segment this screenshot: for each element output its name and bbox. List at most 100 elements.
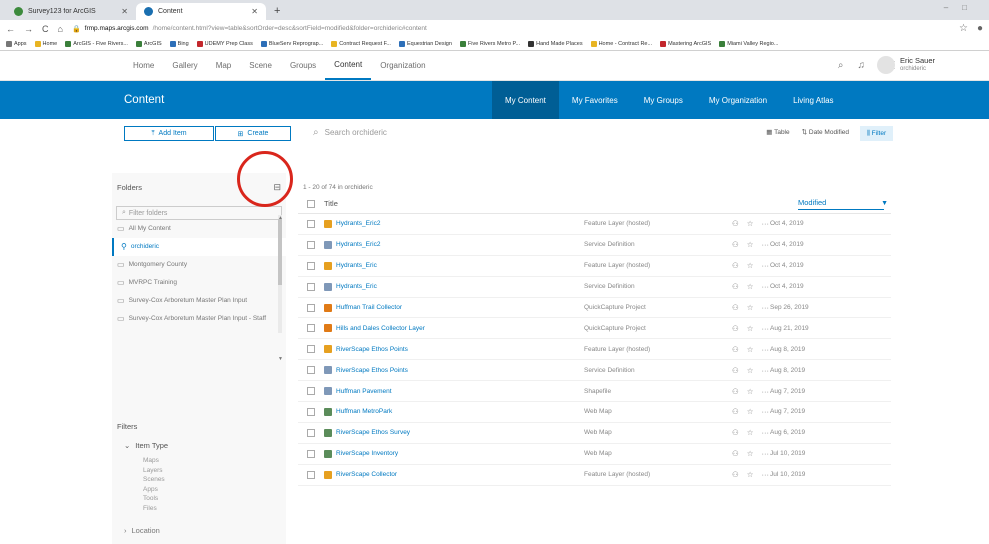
bookmark-item[interactable]: UDEMY Prep Class [196,40,253,47]
nav-link-scene[interactable]: Scene [240,51,281,80]
more-options-icon[interactable]: ··· [761,240,769,249]
browser-tab-content[interactable]: Content ✕ [136,3,266,20]
filter-toggle-button[interactable]: ⫼ Filter [860,126,893,141]
item-type-option[interactable]: Files [143,504,286,514]
row-checkbox[interactable] [307,345,315,354]
favorite-star-icon[interactable]: ☆ [747,324,754,333]
more-options-icon[interactable]: ··· [761,387,769,396]
bookmark-item[interactable]: Hand Made Places [528,40,583,47]
tab-my-groups[interactable]: My Groups [631,81,696,119]
favorite-star-icon[interactable]: ☆ [747,303,754,312]
item-title-link[interactable]: Hydrants_Eric [336,262,377,269]
favorite-star-icon[interactable]: ☆ [747,407,754,416]
sharing-icon[interactable]: ⚇ [732,303,739,312]
sharing-icon[interactable]: ⚇ [732,240,739,249]
sort-desc-icon[interactable]: ▼ [881,200,888,207]
tab-my-favorites[interactable]: My Favorites [559,81,631,119]
item-title-link[interactable]: Huffman Trail Collector [336,304,402,311]
favorite-star-icon[interactable]: ☆ [747,387,754,396]
close-tab-icon[interactable]: ✕ [121,7,128,16]
tab-my-content[interactable]: My Content [492,81,559,119]
row-checkbox[interactable] [307,219,315,228]
column-modified[interactable]: Modified [798,198,884,210]
more-options-icon[interactable]: ··· [761,282,769,291]
bookmark-item[interactable]: Home [34,40,57,47]
folder-item[interactable]: ▭ MVRPC Training [112,274,286,292]
home-icon[interactable]: ⌂ [58,24,63,34]
folder-item[interactable]: ▭ All My Content [112,220,286,238]
window-controls[interactable]: –□ [944,3,981,12]
folder-scrollbar-thumb[interactable] [278,219,282,285]
item-title-link[interactable]: Huffman MetroPark [336,408,392,415]
sharing-icon[interactable]: ⚇ [732,345,739,354]
item-type-option[interactable]: Layers [143,466,286,476]
row-checkbox[interactable] [307,303,315,312]
search-icon[interactable]: ⌕ [838,60,844,71]
item-title-link[interactable]: RiverScape Ethos Survey [336,429,410,436]
select-all-checkbox[interactable] [307,199,315,208]
item-title-link[interactable]: RiverScape Ethos Points [336,346,408,353]
bookmark-star-icon[interactable]: ☆ [959,23,968,34]
item-title-link[interactable]: Huffman Pavement [336,388,392,395]
notifications-bell-icon[interactable]: ♫ [858,60,866,71]
search-input[interactable] [324,128,625,137]
forward-icon[interactable]: → [24,24,33,34]
nav-link-groups[interactable]: Groups [281,51,325,80]
row-checkbox[interactable] [307,470,315,479]
favorite-star-icon[interactable]: ☆ [747,240,754,249]
row-checkbox[interactable] [307,261,315,270]
item-title-link[interactable]: RiverScape Collector [336,471,397,478]
bookmark-item[interactable]: BlueServ Reprograp... [260,40,323,47]
reload-icon[interactable]: C [42,24,49,34]
location-filter[interactable]: › Location [112,513,286,535]
favorite-star-icon[interactable]: ☆ [747,449,754,458]
more-options-icon[interactable]: ··· [761,303,769,312]
favorite-star-icon[interactable]: ☆ [747,428,754,437]
more-options-icon[interactable]: ··· [761,449,769,458]
item-title-link[interactable]: Hydrants_Eric2 [336,241,380,248]
bookmark-item[interactable]: Five Rivers Metro P... [459,40,520,47]
item-title-link[interactable]: Hills and Dales Collector Layer [336,325,425,332]
sharing-icon[interactable]: ⚇ [732,324,739,333]
more-options-icon[interactable]: ··· [761,219,769,228]
back-icon[interactable]: ← [6,24,15,34]
folder-item[interactable]: ▭ Montgomery County [112,256,286,274]
item-title-link[interactable]: RiverScape Ethos Points [336,367,408,374]
close-tab-icon[interactable]: ✕ [251,7,258,16]
table-view-toggle[interactable]: ▦ Table [766,128,789,136]
sharing-icon[interactable]: ⚇ [732,407,739,416]
more-options-icon[interactable]: ··· [761,366,769,375]
tab-my-organization[interactable]: My Organization [696,81,780,119]
filter-folders-input[interactable]: ⌕ Filter folders [116,206,282,220]
nav-link-organization[interactable]: Organization [371,51,434,80]
row-checkbox[interactable] [307,387,315,396]
more-options-icon[interactable]: ··· [761,324,769,333]
item-title-link[interactable]: RiverScape Inventory [336,450,398,457]
sharing-icon[interactable]: ⚇ [732,366,739,375]
sharing-icon[interactable]: ⚇ [732,261,739,270]
folder-item[interactable]: ▭ Survey-Cox Arboretum Master Plan Input … [112,310,286,328]
new-tab-icon[interactable]: + [266,5,288,20]
favorite-star-icon[interactable]: ☆ [747,345,754,354]
favorite-star-icon[interactable]: ☆ [747,366,754,375]
sharing-icon[interactable]: ⚇ [732,449,739,458]
bookmark-item[interactable]: Apps [6,40,27,47]
more-options-icon[interactable]: ··· [761,261,769,270]
scroll-down-icon[interactable]: ▼ [278,356,283,362]
item-type-option[interactable]: Apps [143,485,286,495]
nav-link-content[interactable]: Content [325,51,372,80]
column-title[interactable]: Title [324,199,338,208]
bookmark-item[interactable]: ArcGIS [135,40,162,47]
item-type-option[interactable]: Scenes [143,475,286,485]
sharing-icon[interactable]: ⚇ [732,470,739,479]
url-field[interactable]: 🔒 frmp.maps.arcgis.com/home/content.html… [72,25,950,33]
extension-icon[interactable]: ● [977,23,983,34]
folder-item[interactable]: ▭ Survey-Cox Arboretum Master Plan Input [112,292,286,310]
more-options-icon[interactable]: ··· [761,428,769,437]
sharing-icon[interactable]: ⚇ [732,282,739,291]
item-type-option[interactable]: Tools [143,494,286,504]
bookmark-item[interactable]: Bing [169,40,189,47]
browser-tab-survey123[interactable]: Survey123 for ArcGIS ✕ [6,3,136,20]
item-type-filter[interactable]: ⌄ Item Type [112,439,286,456]
bookmark-item[interactable]: Equestrian Design [398,40,452,47]
